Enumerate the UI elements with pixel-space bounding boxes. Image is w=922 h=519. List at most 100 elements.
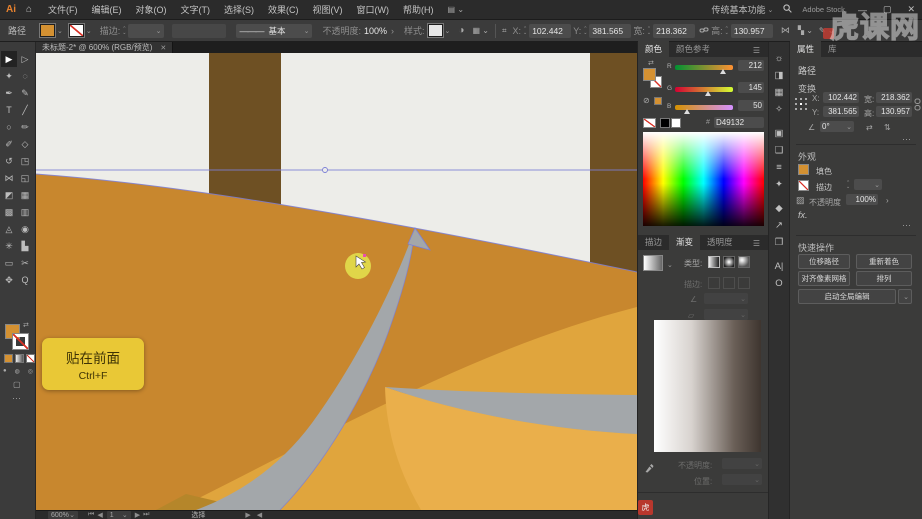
none-mode-button[interactable] <box>26 354 35 363</box>
artboard-number-field[interactable]: 1⌄ <box>107 511 131 519</box>
zoom-tool[interactable]: Q <box>17 272 33 288</box>
arrange-documents-icon[interactable]: ▤ ⌄ <box>448 5 464 14</box>
gradient-slider[interactable] <box>654 320 761 452</box>
align-pixel-grid-button[interactable]: 对齐像素网格 <box>798 271 850 286</box>
column-graph-tool[interactable]: ▙ <box>17 238 33 254</box>
width-field[interactable]: 218.362 <box>653 24 695 38</box>
effect-menu[interactable]: 效果(C) <box>268 3 299 16</box>
color-spectrum[interactable] <box>643 132 764 226</box>
gradient-tab[interactable]: 渐变 <box>669 234 700 250</box>
zoom-level-field[interactable]: 600%⌄ <box>48 511 78 519</box>
libraries-tab[interactable]: 库 <box>821 41 844 57</box>
recolor-button[interactable]: 重新着色 <box>856 254 912 269</box>
color-guide-tab[interactable]: 颜色参考 <box>669 41 717 57</box>
help-menu[interactable]: 帮助(H) <box>403 3 434 16</box>
stroke-tab[interactable]: 描边 <box>638 234 669 250</box>
stroke-weight-field[interactable]: ⌄ <box>128 24 164 38</box>
stroke-color-swatch[interactable] <box>69 24 84 37</box>
object-menu[interactable]: 对象(O) <box>136 3 167 16</box>
style-swatch[interactable] <box>428 24 443 37</box>
next-artboard-icon[interactable]: ▶ <box>135 511 140 519</box>
type-menu[interactable]: 文字(T) <box>181 3 211 16</box>
guide-anchor[interactable] <box>323 168 328 173</box>
red-slider[interactable] <box>675 65 733 70</box>
symbols-panel-icon[interactable]: ❑ <box>770 142 788 159</box>
stroke-gradient-across-button[interactable] <box>738 277 750 289</box>
canvas[interactable]: 贴在前面 Ctrl+F <box>36 53 637 510</box>
stroke-gradient-within-button[interactable] <box>708 277 720 289</box>
prop-fill-swatch[interactable] <box>798 164 809 175</box>
shape-builder-tool[interactable]: ◩ <box>1 187 17 203</box>
swap-fill-stroke-icon[interactable]: ⇄ <box>23 321 29 329</box>
black-swatch[interactable] <box>660 118 670 128</box>
transparency-tab[interactable]: 透明度 <box>700 234 740 250</box>
hand-tool[interactable]: ✥ <box>1 272 17 288</box>
magic-wand-panel-icon[interactable]: ✦ <box>770 176 788 193</box>
selection-tool[interactable]: ▶ <box>1 51 17 67</box>
brushes-panel-icon[interactable]: ✧ <box>770 101 788 118</box>
status-arrows[interactable]: ▶ ◀ <box>245 511 264 519</box>
swatches-panel-icon[interactable]: ▦ <box>770 84 788 101</box>
green-value-field[interactable]: 145 <box>738 82 764 93</box>
prop-stroke-stepper[interactable]: ⌃⌄ <box>846 181 850 189</box>
global-edit-dropdown[interactable]: ⌄ <box>898 289 912 304</box>
first-artboard-icon[interactable]: ⏮ <box>88 511 94 519</box>
more-tools-icon[interactable]: ⋯ <box>12 393 22 404</box>
search-icon[interactable] <box>783 4 792 15</box>
transform-icon[interactable]: ⋈ <box>781 25 790 36</box>
green-slider[interactable] <box>675 87 733 92</box>
ellipse-tool[interactable]: ○ <box>1 119 17 135</box>
linear-gradient-button[interactable] <box>708 256 720 268</box>
transform-panel-icon[interactable]: ▣ <box>770 125 788 142</box>
minimize-button[interactable]: — <box>855 5 870 15</box>
width-profile-field[interactable] <box>172 24 226 38</box>
appearance-panel-icon[interactable]: ☼ <box>770 50 788 67</box>
eyedropper-tool[interactable]: ◬ <box>1 221 17 237</box>
opacity-value[interactable]: 100% <box>364 26 387 36</box>
perspective-grid-tool[interactable]: ▦ <box>17 187 33 203</box>
prop-width-field[interactable]: 218.362 <box>876 92 912 103</box>
paintbrush-tool[interactable]: ✏ <box>17 119 33 135</box>
stop-location-field[interactable]: ⌄ <box>722 474 762 485</box>
layers-panel-icon[interactable]: ◆ <box>770 200 788 217</box>
close-document-icon[interactable]: ✕ <box>160 44 166 52</box>
prop-x-field[interactable]: 102.442 <box>823 92 859 103</box>
none-swatch[interactable] <box>643 118 656 128</box>
prev-artboard-icon[interactable]: ◀ <box>97 511 102 519</box>
hex-field[interactable]: D49132 <box>714 117 764 128</box>
height-field[interactable]: 130.957 <box>731 24 773 38</box>
drawing-mode-icon[interactable]: ◍ <box>15 368 20 375</box>
brush-definition-field[interactable]: ——— 基本 ⌄ <box>236 24 312 38</box>
gradient-mode-button[interactable] <box>15 354 24 363</box>
aspect-ratio-field[interactable]: ⌄ <box>704 309 748 320</box>
flip-horizontal-icon[interactable]: ⇄ <box>866 123 873 132</box>
radial-gradient-button[interactable] <box>723 256 735 268</box>
shaper-tool[interactable]: ◇ <box>17 136 33 152</box>
lasso-tool[interactable]: ◌ <box>17 68 33 84</box>
panel-fill-proxy[interactable] <box>643 68 656 81</box>
global-color-icon[interactable]: ⊘ <box>643 96 650 105</box>
color-swap-icon[interactable]: ⇄ <box>648 59 654 67</box>
flip-vertical-icon[interactable]: ⇅ <box>884 123 891 132</box>
prop-stroke-field[interactable]: ⌄ <box>854 179 882 190</box>
color-panel-menu-icon[interactable]: ☰ <box>753 46 760 55</box>
free-transform-tool[interactable]: ◱ <box>17 170 33 186</box>
align-panel-icon[interactable]: ≡ <box>770 159 788 176</box>
magic-wand-tool[interactable]: ✦ <box>1 68 17 84</box>
direct-selection-tool[interactable]: ▷ <box>17 51 33 67</box>
slice-tool[interactable]: ✂ <box>17 255 33 271</box>
prop-stroke-swatch[interactable] <box>798 180 809 191</box>
scale-tool[interactable]: ◳ <box>17 153 33 169</box>
gradient-panel-menu-icon[interactable]: ☰ <box>753 239 760 248</box>
character-panel-icon[interactable]: A| <box>770 258 788 275</box>
blue-value-field[interactable]: 50 <box>738 100 764 111</box>
gradient-eyedropper-icon[interactable] <box>644 460 654 478</box>
prop-height-field[interactable]: 130.957 <box>876 106 912 117</box>
file-menu[interactable]: 文件(F) <box>48 3 78 16</box>
adobe-stock-label[interactable]: Adobe Stock <box>802 5 845 14</box>
fill-color-swatch[interactable] <box>40 24 55 37</box>
symbol-sprayer-tool[interactable]: ✳ <box>1 238 17 254</box>
home-icon[interactable]: ⌂ <box>26 4 32 15</box>
window-menu[interactable]: 窗口(W) <box>357 3 390 16</box>
artwork[interactable] <box>36 53 637 510</box>
